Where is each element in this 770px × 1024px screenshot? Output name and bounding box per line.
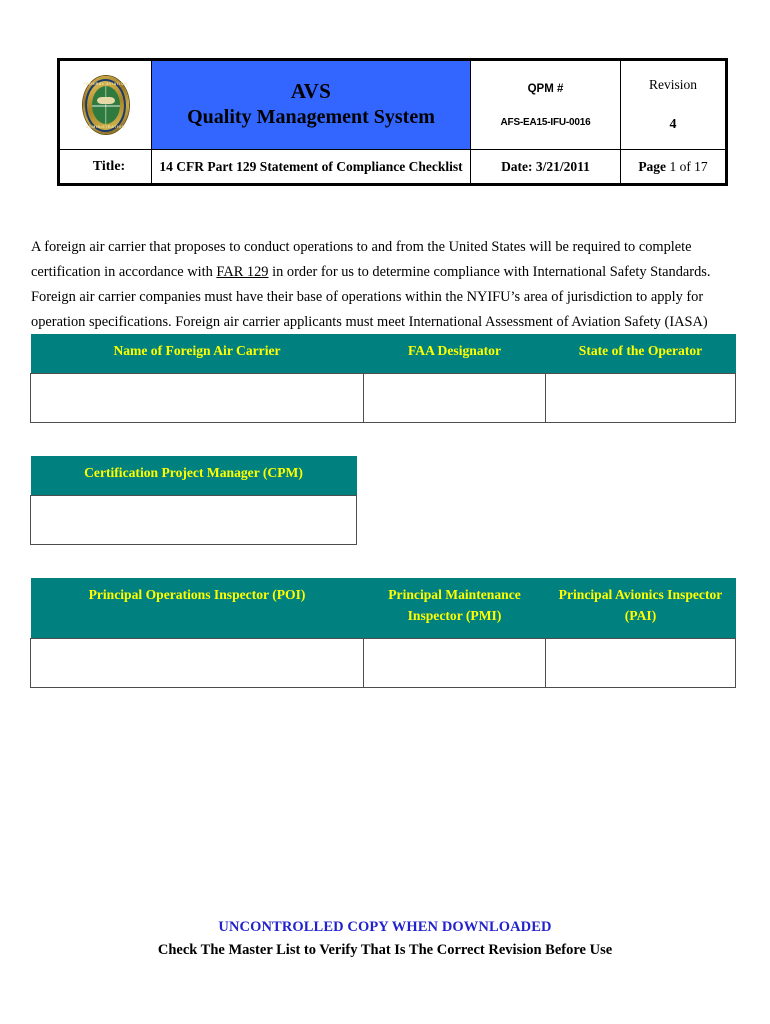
column-header-faa-designator: FAA Designator: [363, 334, 546, 374]
column-header-pai: Principal Avionics Inspector (PAI): [545, 578, 736, 639]
certification-project-manager-table: Certification Project Manager (CPM): [30, 456, 357, 545]
table-header-row: Certification Project Manager (CPM): [30, 456, 357, 496]
header-top-row: FEDERAL AVIATION ADMINISTRATION AVS Qual…: [58, 59, 727, 150]
banner-title-avs: AVS: [290, 78, 332, 103]
field-pmi[interactable]: [363, 638, 546, 688]
far-129-link[interactable]: FAR 129: [216, 264, 268, 280]
document-footer: UNCONTROLLED COPY WHEN DOWNLOADED Check …: [0, 919, 770, 959]
qpm-cell: QPM # AFS-EA15-IFU-0016: [470, 59, 621, 150]
title-label: Title:: [58, 149, 152, 185]
avs-banner-cell: AVS Quality Management System: [151, 59, 471, 150]
qpm-number: AFS-EA15-IFU-0016: [500, 116, 591, 128]
document-date: Date: 3/21/2011: [470, 149, 621, 185]
banner-subtitle-qms: Quality Management System: [187, 105, 435, 128]
column-header-poi: Principal Operations Inspector (POI): [30, 578, 364, 639]
page-label: Page: [638, 158, 667, 174]
column-header-carrier-name: Name of Foreign Air Carrier: [30, 334, 364, 374]
header-title-row: Title: 14 CFR Part 129 Statement of Comp…: [58, 149, 727, 185]
field-pai[interactable]: [545, 638, 736, 688]
revision-cell: Revision 4: [620, 59, 727, 150]
principal-inspectors-table: Principal Operations Inspector (POI) Pri…: [30, 578, 736, 688]
column-header-pmi: Principal Maintenance Inspector (PMI): [363, 578, 546, 639]
column-header-state-of-operator: State of the Operator: [545, 334, 736, 374]
foreign-air-carrier-table: Name of Foreign Air Carrier FAA Designat…: [30, 334, 736, 423]
footer-uncontrolled-copy-notice: UNCONTROLLED COPY WHEN DOWNLOADED: [218, 919, 552, 935]
field-state-of-operator[interactable]: [545, 373, 736, 423]
page-number: 1 of 17: [669, 158, 708, 174]
table-row: [30, 638, 736, 688]
qpm-label: QPM #: [527, 82, 564, 95]
revision-label: Revision: [648, 77, 697, 92]
seal-bottom-text: ADMINISTRATION: [85, 124, 126, 129]
table-row: [30, 495, 357, 545]
faa-seal-icon: FEDERAL AVIATION ADMINISTRATION: [82, 76, 129, 134]
field-faa-designator[interactable]: [363, 373, 546, 423]
field-carrier-name[interactable]: [30, 373, 364, 423]
revision-number: 4: [669, 117, 677, 132]
document-header-table: FEDERAL AVIATION ADMINISTRATION AVS Qual…: [57, 58, 728, 186]
field-poi[interactable]: [30, 638, 364, 688]
document-title: 14 CFR Part 129 Statement of Compliance …: [151, 149, 471, 185]
footer-master-list-notice: Check The Master List to Verify That Is …: [157, 942, 613, 958]
page-indicator: Page 1 of 17: [620, 149, 727, 185]
table-header-row: Principal Operations Inspector (POI) Pri…: [30, 578, 736, 639]
document-page: FEDERAL AVIATION ADMINISTRATION AVS Qual…: [0, 0, 770, 1024]
faa-logo-cell: FEDERAL AVIATION ADMINISTRATION: [58, 59, 152, 150]
table-row: [30, 373, 736, 423]
table-header-row: Name of Foreign Air Carrier FAA Designat…: [30, 334, 736, 374]
column-header-cpm: Certification Project Manager (CPM): [30, 456, 357, 496]
field-cpm[interactable]: [30, 495, 357, 545]
seal-top-text: FEDERAL AVIATION: [83, 81, 128, 86]
